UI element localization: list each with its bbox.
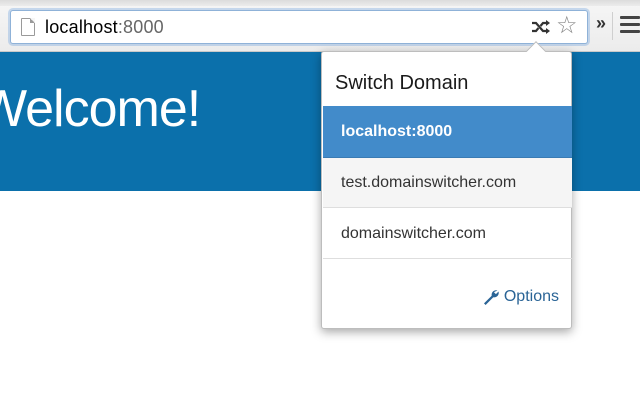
- url-port: :8000: [117, 17, 164, 37]
- toolbar-divider: [612, 12, 613, 40]
- options-label: Options: [503, 288, 559, 305]
- page-title: Welcome!: [0, 80, 201, 138]
- shuffle-icon[interactable]: [530, 16, 552, 38]
- address-bar[interactable]: localhost:8000 ☆: [10, 10, 588, 44]
- switch-domain-popup: Switch Domain localhost:8000 test.domain…: [321, 51, 572, 329]
- wrench-icon: [483, 290, 499, 305]
- chevron-double-right-icon[interactable]: »: [596, 13, 606, 34]
- domain-item-test[interactable]: test.domainswitcher.com: [323, 158, 572, 208]
- tabstrip-edge: [0, 0, 640, 6]
- options-link[interactable]: Options: [482, 288, 559, 306]
- star-icon[interactable]: ☆: [556, 14, 578, 38]
- domain-item-production[interactable]: domainswitcher.com: [323, 209, 572, 259]
- popup-title: Switch Domain: [335, 72, 469, 94]
- hamburger-menu-icon[interactable]: [620, 16, 640, 36]
- browser-toolbar: localhost:8000 ☆ »: [0, 0, 640, 52]
- address-bar-url[interactable]: localhost:8000: [45, 17, 164, 38]
- url-host: localhost: [45, 17, 118, 37]
- domain-item-localhost[interactable]: localhost:8000: [323, 106, 572, 158]
- page-icon: [21, 18, 35, 36]
